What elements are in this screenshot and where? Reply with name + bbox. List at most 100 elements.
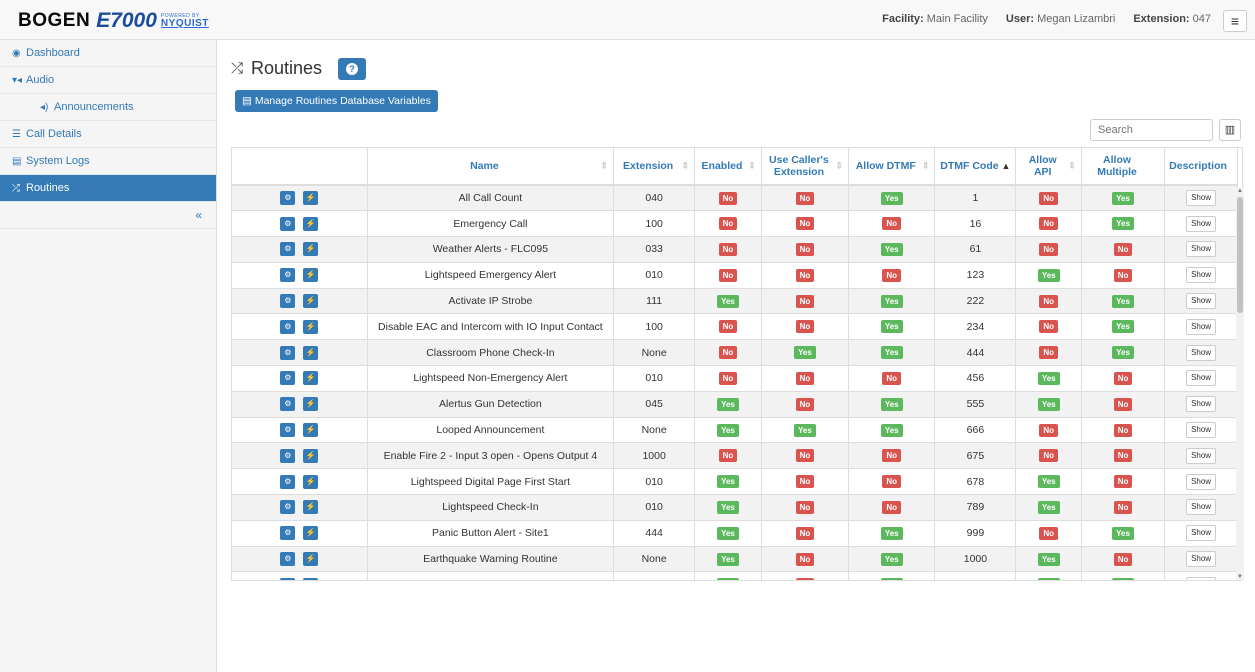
enabled-badge: Yes (717, 552, 739, 566)
edit-routine-icon[interactable]: ⚙ (280, 268, 296, 283)
column-header-enabled[interactable]: Enabled ⇕ (694, 148, 762, 186)
show-description-button[interactable]: Show (1186, 318, 1217, 335)
trigger-routine-icon[interactable]: ⚡ (303, 500, 319, 515)
edit-routine-icon[interactable]: ⚙ (280, 552, 296, 567)
trigger-routine-icon[interactable]: ⚡ (303, 268, 319, 283)
edit-routine-icon[interactable]: ⚙ (280, 397, 296, 412)
sidebar-item-call-details[interactable]: ☰ Call Details (0, 121, 216, 148)
search-input[interactable] (1090, 119, 1213, 141)
scroll-up-icon[interactable]: ▲ (1236, 188, 1244, 194)
edit-routine-icon[interactable]: ⚙ (280, 474, 296, 489)
scrollbar-thumb[interactable] (1237, 197, 1243, 313)
sidebar-item-routines[interactable]: ⤮ Routines (0, 175, 216, 202)
description-cell: Show (1164, 571, 1238, 580)
show-description-button[interactable]: Show (1186, 190, 1217, 207)
trigger-routine-icon[interactable]: ⚡ (303, 552, 319, 567)
edit-routine-icon[interactable]: ⚙ (280, 242, 296, 257)
show-description-button[interactable]: Show (1186, 344, 1217, 361)
edit-routine-icon[interactable]: ⚙ (280, 423, 296, 438)
sidebar-item-announcements[interactable]: ◂) Announcements (0, 94, 216, 121)
use-callers-extension-badge: No (795, 500, 815, 514)
trigger-routine-icon[interactable]: ⚡ (303, 448, 319, 463)
allow-dtmf-cell: Yes (848, 339, 936, 367)
show-description-button[interactable]: Show (1186, 576, 1217, 580)
edit-routine-icon[interactable]: ⚙ (280, 500, 296, 515)
show-description-button[interactable]: Show (1186, 499, 1217, 516)
trigger-routine-icon[interactable]: ⚡ (303, 242, 319, 257)
trigger-routine-icon[interactable]: ⚡ (303, 216, 319, 231)
edit-routine-icon[interactable]: ⚙ (280, 216, 296, 231)
actions-cell: ⚙⚡ (232, 313, 368, 341)
use-callers-extension-cell: No (761, 571, 850, 580)
enabled-cell: Yes (694, 417, 762, 444)
show-description-button[interactable]: Show (1186, 551, 1217, 568)
actions-cell: ⚙⚡ (232, 339, 368, 367)
column-header-allow-api[interactable]: Allow API ⇕ (1015, 148, 1082, 186)
dtmf-code-cell: 234 (934, 313, 1017, 341)
edit-routine-icon[interactable]: ⚙ (280, 191, 296, 206)
help-button[interactable]: ? (338, 58, 366, 80)
scroll-down-icon[interactable]: ▼ (1236, 574, 1244, 580)
sidebar: ◉ Dashboard ▾◂ Audio ◂) Announcements ☰ Call… (0, 40, 217, 672)
table-row: ⚙ ⚡ Weather Alerts - FLC095 033 No No Yes 61 No N… (232, 236, 1238, 263)
trigger-routine-icon[interactable]: ⚡ (303, 371, 319, 386)
extension-info: Extension: 047 (1133, 13, 1211, 25)
trigger-routine-icon[interactable]: ⚡ (303, 319, 319, 334)
trigger-routine-icon[interactable]: ⚡ (303, 191, 319, 206)
column-header-extension[interactable]: Extension ⇕ (613, 148, 696, 186)
show-description-button[interactable]: Show (1186, 396, 1217, 413)
edit-routine-icon[interactable]: ⚙ (280, 371, 296, 386)
sidebar-item-audio[interactable]: ▾◂ Audio (0, 67, 216, 94)
show-description-button[interactable]: Show (1186, 370, 1217, 387)
column-header-name[interactable]: Name ⇕ (367, 148, 615, 186)
trigger-routine-icon[interactable]: ⚡ (303, 474, 319, 489)
allow-dtmf-cell: No (848, 210, 936, 238)
manage-database-variables-button[interactable]: ▤ Manage Routines Database Variables (235, 90, 438, 112)
show-description-button[interactable]: Show (1186, 473, 1217, 490)
table-scrollbar[interactable]: ▲ ▼ (1236, 188, 1244, 580)
column-toggle-button[interactable]: ▥ (1219, 119, 1241, 141)
sidebar-collapse-button[interactable]: « (0, 202, 216, 229)
column-header-allow-multiple[interactable]: Allow Multiple (1081, 148, 1166, 186)
enabled-cell: Yes (694, 571, 762, 580)
trigger-routine-icon[interactable]: ⚡ (303, 577, 319, 580)
show-description-button[interactable]: Show (1186, 215, 1217, 232)
allow-api-badge: Yes (1037, 268, 1060, 282)
allow-api-badge: Yes (1037, 371, 1060, 385)
trigger-routine-icon[interactable]: ⚡ (303, 526, 319, 541)
bogen-e7000-logo[interactable]: BOGEN E7000 POWERED BY NYQUIST (18, 9, 209, 32)
column-header-use-callers-extension[interactable]: Use Caller's Extension ⇕ (761, 148, 850, 186)
description-cell: Show (1164, 417, 1238, 444)
column-header-allow-dtmf[interactable]: Allow DTMF ⇕ (848, 148, 936, 186)
allow-api-cell: Yes (1015, 571, 1082, 580)
show-description-button[interactable]: Show (1186, 267, 1217, 284)
trigger-routine-icon[interactable]: ⚡ (303, 345, 319, 360)
show-description-button[interactable]: Show (1186, 293, 1217, 310)
extension-cell: None (613, 339, 696, 367)
trigger-routine-icon[interactable]: ⚡ (303, 397, 319, 412)
edit-routine-icon[interactable]: ⚙ (280, 448, 296, 463)
trigger-routine-icon[interactable]: ⚡ (303, 294, 319, 309)
show-description-button[interactable]: Show (1186, 525, 1217, 542)
sidebar-item-system-logs[interactable]: ▤ System Logs (0, 148, 216, 175)
sort-icon: ⇕ (921, 160, 930, 171)
allow-multiple-cell: No (1081, 442, 1166, 470)
hamburger-menu-button[interactable]: ≡ (1223, 10, 1247, 32)
trigger-routine-icon[interactable]: ⚡ (303, 423, 319, 438)
edit-routine-icon[interactable]: ⚙ (280, 577, 296, 580)
column-header-dtmf-code[interactable]: DTMF Code ▲ (934, 148, 1017, 186)
description-cell: Show (1164, 210, 1238, 238)
edit-routine-icon[interactable]: ⚙ (280, 345, 296, 360)
extension-cell: 010 (613, 365, 696, 392)
allow-dtmf-badge: No (882, 217, 902, 231)
edit-routine-icon[interactable]: ⚙ (280, 294, 296, 309)
show-description-button[interactable]: Show (1186, 447, 1217, 464)
show-description-button[interactable]: Show (1186, 422, 1217, 439)
table-header-row: Name ⇕ Extension ⇕ Enabled ⇕ Use Caller's E… (232, 148, 1238, 186)
actions-cell: ⚙⚡ (232, 520, 368, 547)
actions-cell: ⚙⚡ (232, 571, 368, 580)
show-description-button[interactable]: Show (1186, 241, 1217, 258)
sidebar-item-dashboard[interactable]: ◉ Dashboard (0, 40, 216, 67)
edit-routine-icon[interactable]: ⚙ (280, 526, 296, 541)
edit-routine-icon[interactable]: ⚙ (280, 319, 296, 334)
